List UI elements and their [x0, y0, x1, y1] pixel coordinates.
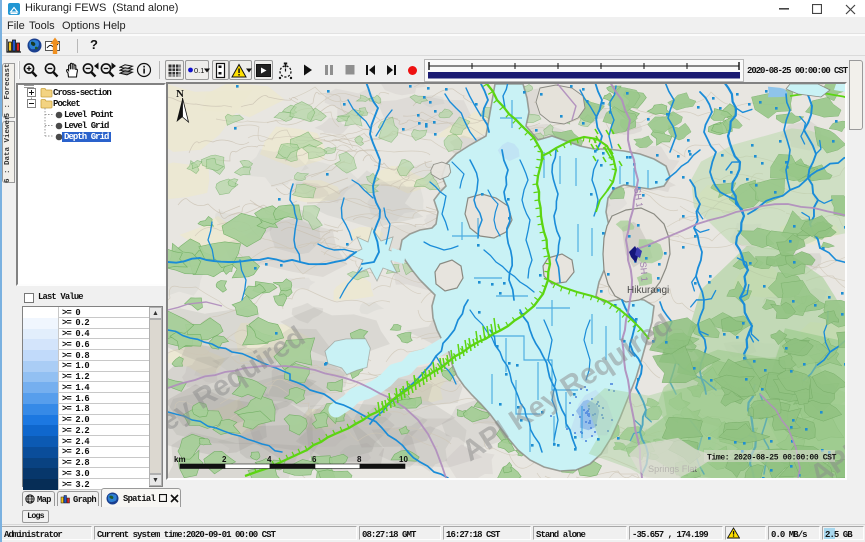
svg-text:Time: 2020-08-25 00:00:00 CST: Time: 2020-08-25 00:00:00 CST: [707, 454, 837, 463]
svg-text:10: 10: [399, 455, 408, 464]
svg-text:8: 8: [357, 455, 362, 464]
svg-text:km: km: [174, 455, 186, 464]
svg-text:Hikurangi: Hikurangi: [627, 285, 669, 296]
svg-text:6: 6: [312, 455, 317, 464]
svg-text:SH 1: SH 1: [638, 261, 650, 282]
svg-text:4: 4: [267, 455, 272, 464]
svg-text:2: 2: [222, 455, 227, 464]
